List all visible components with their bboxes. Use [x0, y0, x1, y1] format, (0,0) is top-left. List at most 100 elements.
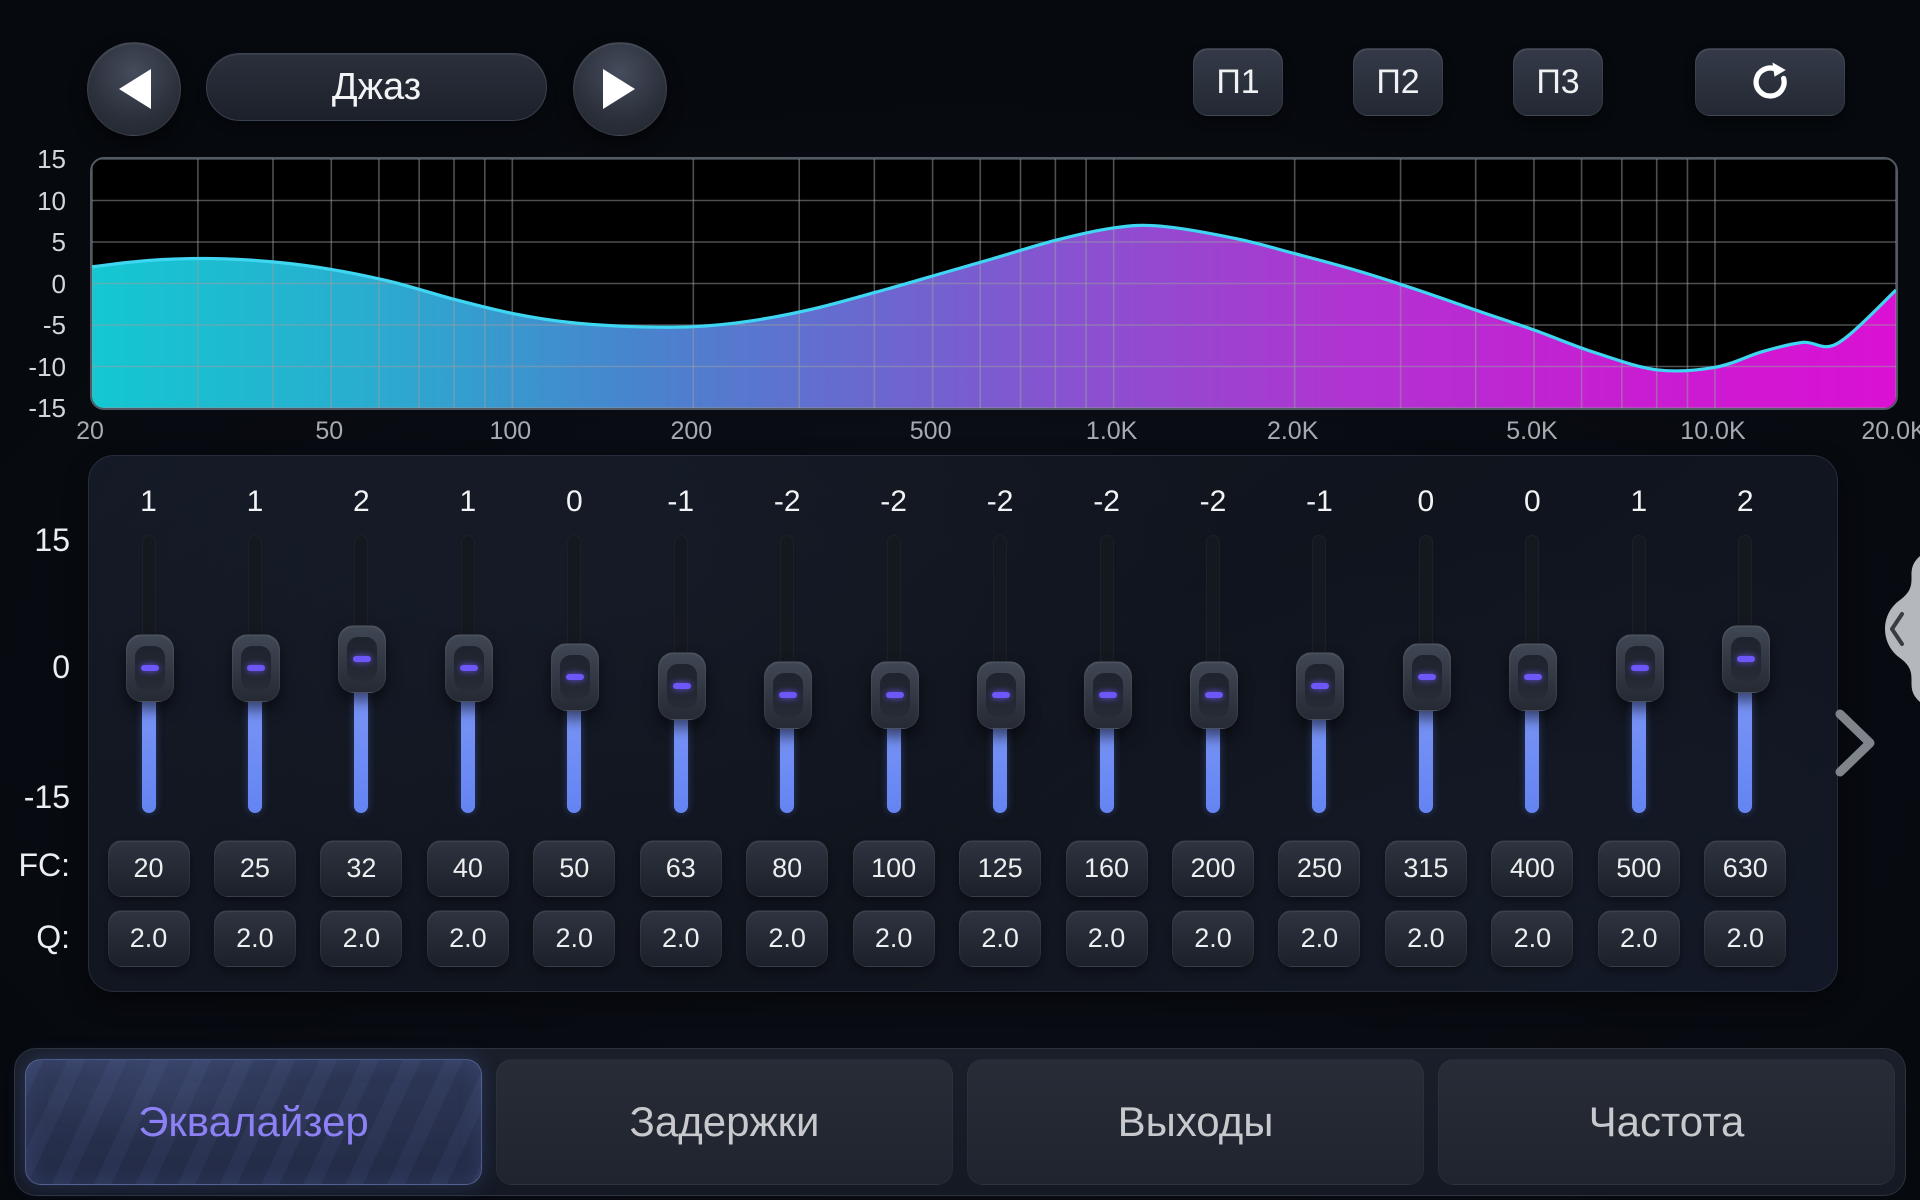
expand-right-button[interactable]	[1832, 708, 1880, 783]
band-slider-thumb[interactable]	[658, 652, 706, 720]
band-slider-thumb[interactable]	[126, 634, 174, 702]
freq-tick-label: 200	[670, 417, 712, 446]
eq-response-chart	[90, 157, 1898, 410]
db-tick-label: 5	[6, 228, 66, 256]
band-q-value[interactable]: 2.0	[1598, 910, 1680, 967]
band-slider-thumb[interactable]	[1509, 643, 1557, 711]
triangle-left-icon	[117, 69, 151, 109]
band-fc-value[interactable]: 500	[1598, 840, 1680, 897]
thumb-dash-icon	[1099, 692, 1117, 698]
tab-frequency[interactable]: Частота	[1438, 1059, 1895, 1185]
db-tick-label: -15	[6, 394, 66, 422]
band-slider-thumb[interactable]	[1616, 634, 1664, 702]
band-q-value[interactable]: 2.0	[533, 910, 615, 967]
reset-button[interactable]	[1695, 48, 1845, 116]
band-fc-value[interactable]: 250	[1278, 840, 1360, 897]
db-axis-labels: 151050-5-10-15	[0, 157, 74, 410]
band-fc-value[interactable]: 200	[1172, 840, 1254, 897]
thumb-dash-icon	[1524, 674, 1542, 680]
db-tick-label: 10	[6, 187, 66, 215]
band-slider-thumb[interactable]	[871, 661, 919, 729]
band-slider-thumb[interactable]	[1296, 652, 1344, 720]
band-fc-value[interactable]: 160	[1066, 840, 1148, 897]
band-q-value[interactable]: 2.0	[427, 910, 509, 967]
tab-delays[interactable]: Задержки	[496, 1059, 953, 1185]
thumb-dash-icon	[247, 665, 265, 671]
band-q-value[interactable]: 2.0	[1172, 910, 1254, 967]
band-slider-thumb[interactable]	[1722, 625, 1770, 693]
thumb-dash-icon	[673, 683, 691, 689]
band-fc-value[interactable]: 50	[533, 840, 615, 897]
side-panel-handle[interactable]	[1870, 556, 1920, 702]
preset-prev-button[interactable]	[87, 42, 181, 136]
freq-tick-label: 500	[910, 417, 952, 446]
band-gain-value: 1	[247, 485, 264, 519]
band-gain-value: -2	[774, 485, 801, 519]
band-slider-thumb[interactable]	[1190, 661, 1238, 729]
memory-preset-2-button[interactable]: П2	[1353, 48, 1443, 116]
band-fc-value[interactable]: 630	[1704, 840, 1786, 897]
preset-next-button[interactable]	[573, 42, 667, 136]
band-q-value[interactable]: 2.0	[1385, 910, 1467, 967]
band-slider-thumb[interactable]	[977, 661, 1025, 729]
band-fc-value[interactable]: 40	[427, 840, 509, 897]
thumb-dash-icon	[1418, 674, 1436, 680]
band-q-value[interactable]: 2.0	[214, 910, 296, 967]
band-slider-thumb[interactable]	[551, 643, 599, 711]
memory-preset-1-button[interactable]: П1	[1193, 48, 1283, 116]
memory-preset-2-label: П2	[1376, 63, 1419, 102]
band-q-value[interactable]: 2.0	[108, 910, 190, 967]
band-fc-value[interactable]: 32	[320, 840, 402, 897]
band-q-value[interactable]: 2.0	[746, 910, 828, 967]
thumb-dash-icon	[779, 692, 797, 698]
preset-selector[interactable]: Джаз	[206, 53, 547, 121]
band-slider-thumb[interactable]	[1403, 643, 1451, 711]
band-q-value[interactable]: 2.0	[1704, 910, 1786, 967]
band-fc-value[interactable]: 80	[746, 840, 828, 897]
band-gain-value: 0	[1418, 485, 1435, 519]
band-gain-value: 1	[140, 485, 157, 519]
tab-equalizer[interactable]: Эквалайзер	[25, 1059, 482, 1185]
band-fc-value[interactable]: 100	[853, 840, 935, 897]
band-slider-thumb[interactable]	[338, 625, 386, 693]
slider-scale-max: 15	[0, 519, 70, 561]
thumb-dash-icon	[1631, 665, 1649, 671]
band-gain-value: 1	[460, 485, 477, 519]
memory-preset-1-label: П1	[1216, 63, 1259, 102]
band-gain-value: 0	[566, 485, 583, 519]
band-gain-value: -2	[880, 485, 907, 519]
band-q-value[interactable]: 2.0	[853, 910, 935, 967]
memory-preset-3-button[interactable]: П3	[1513, 48, 1603, 116]
band-fc-value[interactable]: 125	[959, 840, 1041, 897]
band-slider-thumb[interactable]	[1084, 661, 1132, 729]
thumb-dash-icon	[566, 674, 584, 680]
band-gain-value: 1	[1630, 485, 1647, 519]
band-gain-value: 0	[1524, 485, 1541, 519]
band-slider-thumb[interactable]	[764, 661, 812, 729]
band-slider-thumb[interactable]	[232, 634, 280, 702]
db-tick-label: 0	[6, 270, 66, 298]
slider-scale-zero: 0	[0, 646, 70, 688]
band-fc-value[interactable]: 63	[640, 840, 722, 897]
band-q-value[interactable]: 2.0	[1491, 910, 1573, 967]
memory-preset-3-label: П3	[1536, 63, 1579, 102]
band-q-value[interactable]: 2.0	[640, 910, 722, 967]
band-fc-value[interactable]: 25	[214, 840, 296, 897]
band-fc-value[interactable]: 400	[1491, 840, 1573, 897]
band-fc-value[interactable]: 315	[1385, 840, 1467, 897]
eq-curve-area	[92, 225, 1896, 408]
band-q-value[interactable]: 2.0	[1278, 910, 1360, 967]
band-q-value[interactable]: 2.0	[320, 910, 402, 967]
freq-tick-label: 2.0K	[1267, 417, 1318, 446]
band-gain-value: -1	[1306, 485, 1333, 519]
thumb-dash-icon	[1311, 683, 1329, 689]
thumb-dash-icon	[353, 656, 371, 662]
band-q-value[interactable]: 2.0	[959, 910, 1041, 967]
tab-outputs[interactable]: Выходы	[967, 1059, 1424, 1185]
band-slider-thumb[interactable]	[445, 634, 493, 702]
freq-tick-label: 5.0K	[1506, 417, 1557, 446]
band-gain-value: 2	[1737, 485, 1754, 519]
band-fc-value[interactable]: 20	[108, 840, 190, 897]
band-q-value[interactable]: 2.0	[1066, 910, 1148, 967]
triangle-right-icon	[603, 69, 637, 109]
